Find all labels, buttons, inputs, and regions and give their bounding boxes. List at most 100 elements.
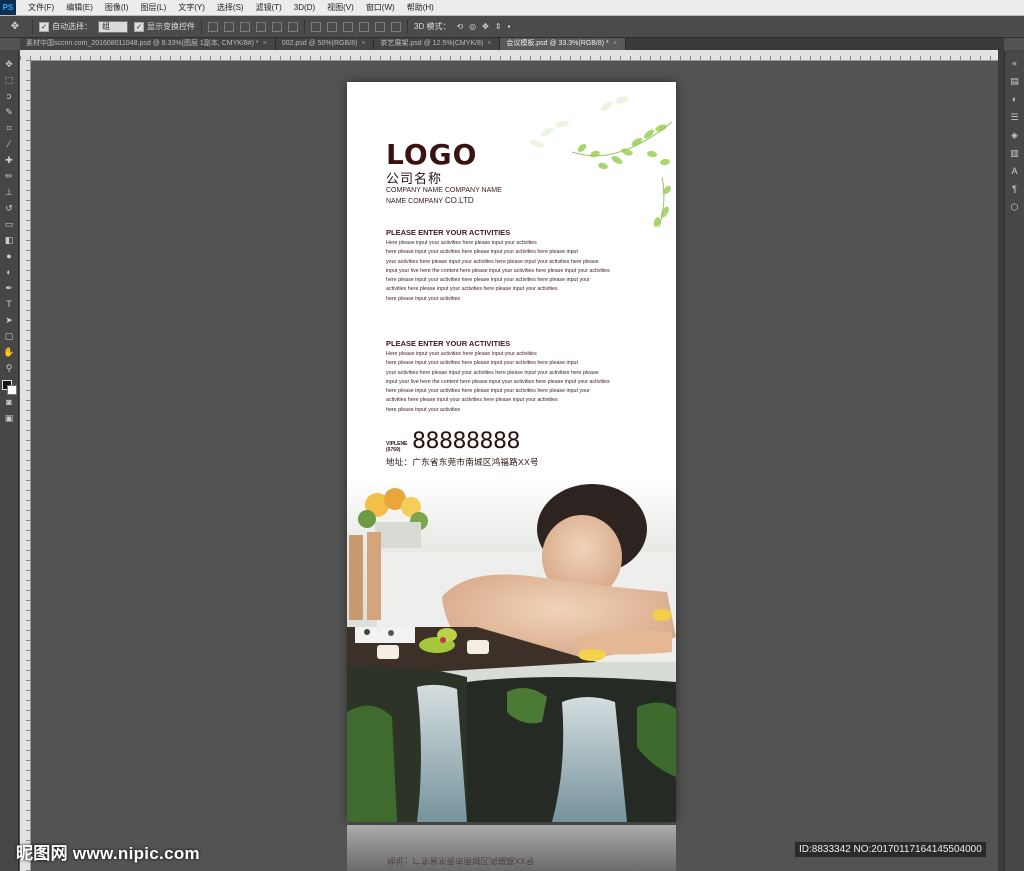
color-swatches[interactable]	[2, 380, 17, 395]
collapse-arrows-icon[interactable]: «	[1009, 57, 1021, 69]
distribute-right-icon[interactable]	[391, 21, 401, 32]
show-transform-checkbox[interactable]: ✓ 显示变换控件	[134, 21, 195, 32]
marquee-tool-icon[interactable]: ⬚	[2, 73, 16, 87]
document-tabs: 素材中国sccnn.com_201608011048.psd @ 8.33%(图…	[20, 38, 1004, 50]
3d-panel-icon[interactable]: ⬡	[1009, 201, 1021, 213]
paragraph-line: here please input your activities here p…	[386, 249, 578, 256]
tab-label: 002.psd @ 50%(RGB/8)	[281, 40, 358, 47]
align-left-icon[interactable]	[256, 21, 266, 32]
gradient-tool-icon[interactable]: ◧	[2, 233, 16, 247]
paragraph-line: your activities here please input your a…	[386, 258, 599, 265]
close-icon[interactable]: ×	[487, 40, 491, 47]
slide-3d-icon[interactable]: ⇕	[495, 22, 502, 31]
company-name-line: COMPANY NAME COMPANY NAME	[386, 187, 502, 194]
history-panel-icon[interactable]: ▤	[1009, 75, 1021, 87]
distribute-middle-icon[interactable]	[327, 21, 337, 32]
menu-image[interactable]: 图像(I)	[99, 2, 135, 13]
auto-select-dropdown[interactable]: 组	[98, 20, 128, 33]
lasso-tool-icon[interactable]: ↄ	[2, 89, 16, 103]
distribute-top-icon[interactable]	[311, 21, 321, 32]
close-icon[interactable]: ×	[263, 40, 267, 47]
rotate-3d-icon[interactable]: ⟲	[456, 22, 463, 31]
paragraph-line: input your live here the content here pl…	[386, 378, 610, 385]
menu-help[interactable]: 帮助(H)	[401, 2, 440, 13]
section-title: PLEASE ENTER YOUR ACTIVITIES	[386, 339, 511, 348]
distribute-bottom-icon[interactable]	[343, 21, 353, 32]
company-name-suffix: CO.LTD	[444, 196, 474, 205]
align-top-icon[interactable]	[208, 21, 218, 32]
divider	[201, 19, 202, 34]
menu-layer[interactable]: 图层(L)	[134, 2, 172, 13]
divider	[32, 19, 33, 34]
quick-select-tool-icon[interactable]: ✎	[2, 105, 16, 119]
distribute-left-icon[interactable]	[359, 21, 369, 32]
paragraph-panel-icon[interactable]: ¶	[1009, 183, 1021, 195]
zoom-tool-icon[interactable]: ⚲	[2, 361, 16, 375]
menu-select[interactable]: 选择(S)	[211, 2, 250, 13]
crop-tool-icon[interactable]: ⌗	[2, 121, 16, 135]
options-bar: ✥ ✓ 自动选择： 组 ✓ 显示变换控件 3D 模式： ⟲ ◎ ✥ ⇕ ▪	[0, 16, 1024, 38]
section-title: PLEASE ENTER YOUR ACTIVITIES	[386, 228, 511, 237]
paragraph-line: activities here please input your activi…	[386, 286, 558, 293]
move-tool-icon[interactable]: ✥	[4, 19, 26, 35]
distribute-center-icon[interactable]	[375, 21, 385, 32]
brush-tool-icon[interactable]: ✏	[2, 169, 16, 183]
menu-edit[interactable]: 编辑(E)	[60, 2, 99, 13]
background-color[interactable]	[7, 385, 17, 395]
leaf-decoration	[530, 96, 673, 228]
type-tool-icon[interactable]: T	[2, 297, 16, 311]
menu-file[interactable]: 文件(F)	[22, 2, 60, 13]
tab-document-1[interactable]: 素材中国sccnn.com_201608011048.psd @ 8.33%(图…	[20, 38, 276, 50]
close-icon[interactable]: ×	[613, 40, 617, 47]
hand-tool-icon[interactable]: ✋	[2, 345, 16, 359]
channels-panel-icon[interactable]: ▥	[1009, 147, 1021, 159]
blur-tool-icon[interactable]: ●	[2, 249, 16, 263]
layers-panel-icon[interactable]: ◈	[1009, 129, 1021, 141]
document-canvas[interactable]: LOGO 公司名称 COMPANY NAME COMPANY NAME NAME…	[347, 82, 676, 822]
scale-3d-icon[interactable]: ▪	[508, 22, 511, 31]
healing-brush-tool-icon[interactable]: ✚	[2, 153, 16, 167]
align-right-icon[interactable]	[288, 21, 298, 32]
properties-panel-icon[interactable]: ☰	[1009, 111, 1021, 123]
eyedropper-tool-icon[interactable]: ⁄	[2, 137, 16, 151]
history-brush-tool-icon[interactable]: ↺	[2, 201, 16, 215]
auto-select-label: 自动选择：	[52, 22, 92, 31]
auto-select-checkbox[interactable]: ✓ 自动选择：	[39, 21, 92, 32]
screen-mode-icon[interactable]: ▣	[2, 411, 16, 425]
quick-mask-icon[interactable]: ◙	[2, 395, 16, 409]
collapsed-panels: « ▤ ◐ ☰ ◈ ▥ A ¶ ⬡	[1004, 50, 1024, 871]
move-tool-icon[interactable]: ✥	[2, 57, 16, 71]
phone-label: VIPLENE (0769)	[386, 441, 410, 453]
shape-tool-icon[interactable]: ▢	[2, 329, 16, 343]
clone-stamp-tool-icon[interactable]: ⊥	[2, 185, 16, 199]
paragraph-line: your activities here please input your a…	[386, 369, 599, 376]
photoshop-logo: PS	[0, 0, 16, 15]
eraser-tool-icon[interactable]: ▭	[2, 217, 16, 231]
spa-photo	[347, 477, 676, 822]
divider	[407, 19, 408, 34]
dodge-tool-icon[interactable]: ◐	[2, 265, 16, 279]
watermark-id: ID:8833342 NO:20170117164145504000	[795, 842, 986, 857]
tab-document-3[interactable]: 茶艺展架.psd @ 12.5%(CMYK/8) ×	[374, 38, 501, 50]
menu-window[interactable]: 窗口(W)	[360, 2, 401, 13]
adjustments-panel-icon[interactable]: ◐	[1009, 93, 1021, 105]
tab-document-2[interactable]: 002.psd @ 50%(RGB/8) ×	[275, 38, 375, 50]
tab-document-4[interactable]: 会议模板.psd @ 33.3%(RGB/8) * ×	[500, 38, 626, 50]
phone-label-line: (0769)	[386, 447, 401, 453]
menu-type[interactable]: 文字(Y)	[172, 2, 211, 13]
vertical-ruler[interactable]	[20, 60, 31, 871]
align-center-icon[interactable]	[272, 21, 282, 32]
drag-3d-icon[interactable]: ✥	[482, 22, 489, 31]
horizontal-ruler[interactable]	[20, 50, 998, 61]
pen-tool-icon[interactable]: ✒	[2, 281, 16, 295]
roll-3d-icon[interactable]: ◎	[469, 22, 476, 31]
align-middle-icon[interactable]	[224, 21, 234, 32]
menu-3d[interactable]: 3D(D)	[288, 3, 321, 12]
paragraph-line: here please input your activities	[386, 295, 461, 302]
character-panel-icon[interactable]: A	[1009, 165, 1021, 177]
close-icon[interactable]: ×	[361, 40, 365, 47]
menu-view[interactable]: 视图(V)	[321, 2, 360, 13]
path-select-tool-icon[interactable]: ➤	[2, 313, 16, 327]
menu-filter[interactable]: 滤镜(T)	[250, 2, 288, 13]
align-bottom-icon[interactable]	[240, 21, 250, 32]
